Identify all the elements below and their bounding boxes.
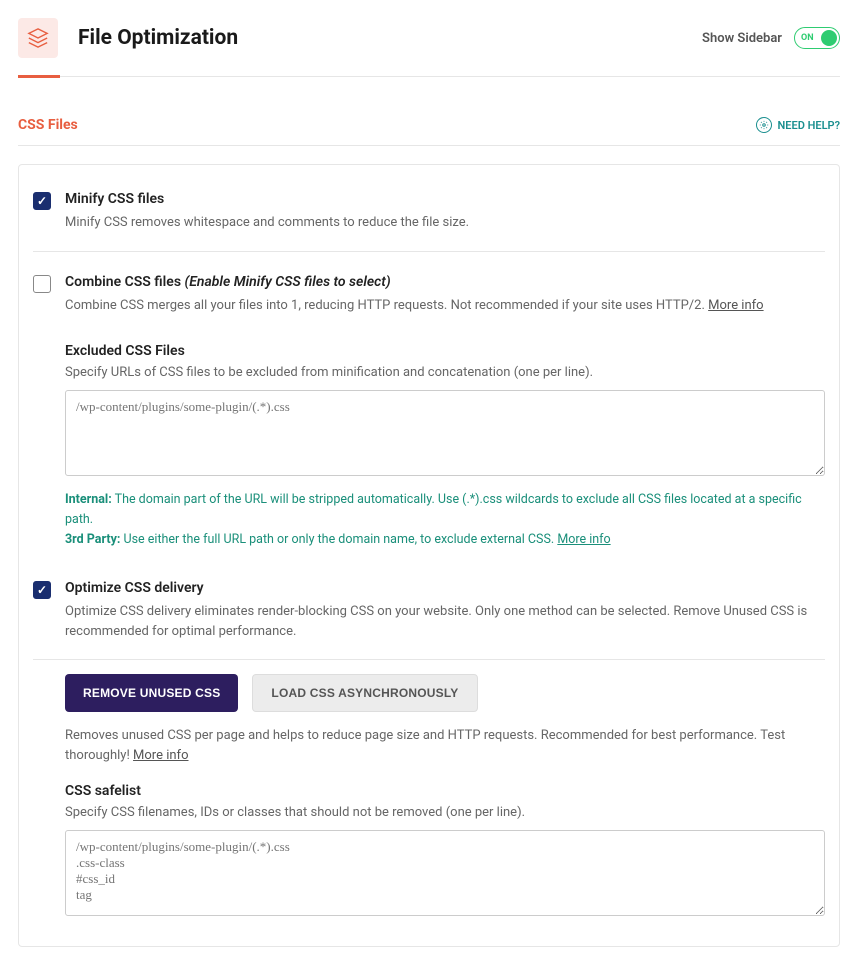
css-options-panel: Minify CSS files Minify CSS removes whit… [18,164,840,947]
toggle-knob [821,30,837,46]
combine-desc: Combine CSS merges all your files into 1… [65,296,825,316]
note-3rd-text: Use either the full URL path or only the… [124,532,555,547]
help-icon [756,117,772,133]
remove-unused-css-button[interactable]: REMOVE UNUSED CSS [65,674,238,712]
minify-desc: Minify CSS removes whitespace and commen… [65,213,825,233]
load-css-async-button[interactable]: LOAD CSS ASYNCHRONOUSLY [252,674,477,712]
show-sidebar-label: Show Sidebar [702,31,782,46]
combine-hint: (Enable Minify CSS files to select) [185,274,391,290]
option-optimize-css: Optimize CSS delivery Optimize CSS deliv… [33,572,825,659]
section-header: CSS Files NEED HELP? [18,117,840,146]
page-title: File Optimization [78,26,238,50]
minify-content: Minify CSS files Minify CSS removes whit… [65,191,825,233]
optimize-subsection: REMOVE UNUSED CSS LOAD CSS ASYNCHRONOUSL… [65,674,825,920]
file-optimization-icon [18,18,58,58]
divider [33,251,825,252]
combine-title-text: Combine CSS files [65,274,181,290]
safelist-desc: Specify CSS filenames, IDs or classes th… [65,805,825,820]
header-left: File Optimization [18,18,238,58]
divider [33,659,825,660]
excluded-desc: Specify URLs of CSS files to be excluded… [65,365,825,380]
optimize-title: Optimize CSS delivery [65,580,825,596]
combine-more-info[interactable]: More info [708,298,763,313]
optimize-desc: Optimize CSS delivery eliminates render-… [65,602,825,641]
header-underline [18,76,840,77]
excluded-css-textarea[interactable] [65,390,825,476]
combine-css-checkbox[interactable] [33,275,51,293]
option-minify-css: Minify CSS files Minify CSS removes whit… [33,183,825,251]
excluded-title: Excluded CSS Files [65,343,825,359]
safelist-textarea[interactable] [65,830,825,916]
minify-title: Minify CSS files [65,191,825,207]
safelist-title: CSS safelist [65,783,825,799]
need-help-link[interactable]: NEED HELP? [756,117,841,133]
note-more-info[interactable]: More info [557,532,610,547]
combine-desc-text: Combine CSS merges all your files into 1… [65,298,705,313]
method-more-info[interactable]: More info [133,748,188,763]
note-3rd-label: 3rd Party: [65,532,120,547]
header-right: Show Sidebar ON [702,27,840,49]
need-help-text: NEED HELP? [778,119,841,132]
page-header: File Optimization Show Sidebar ON [18,18,840,76]
excluded-note: Internal: The domain part of the URL wil… [65,490,825,550]
combine-content: Combine CSS files (Enable Minify CSS fil… [65,274,825,316]
option-combine-css: Combine CSS files (Enable Minify CSS fil… [33,266,825,334]
method-desc: Removes unused CSS per page and helps to… [65,726,825,765]
excluded-css-subsection: Excluded CSS Files Specify URLs of CSS f… [65,343,825,550]
combine-title: Combine CSS files (Enable Minify CSS fil… [65,274,825,290]
minify-css-checkbox[interactable] [33,192,51,210]
method-buttons: REMOVE UNUSED CSS LOAD CSS ASYNCHRONOUSL… [65,674,825,712]
optimize-css-checkbox[interactable] [33,581,51,599]
show-sidebar-toggle[interactable]: ON [794,27,840,49]
section-title: CSS Files [18,117,78,133]
note-internal-text: The domain part of the URL will be strip… [65,492,802,527]
toggle-on-text: ON [801,33,814,43]
optimize-content: Optimize CSS delivery Optimize CSS deliv… [65,580,825,641]
note-internal-label: Internal: [65,492,112,507]
